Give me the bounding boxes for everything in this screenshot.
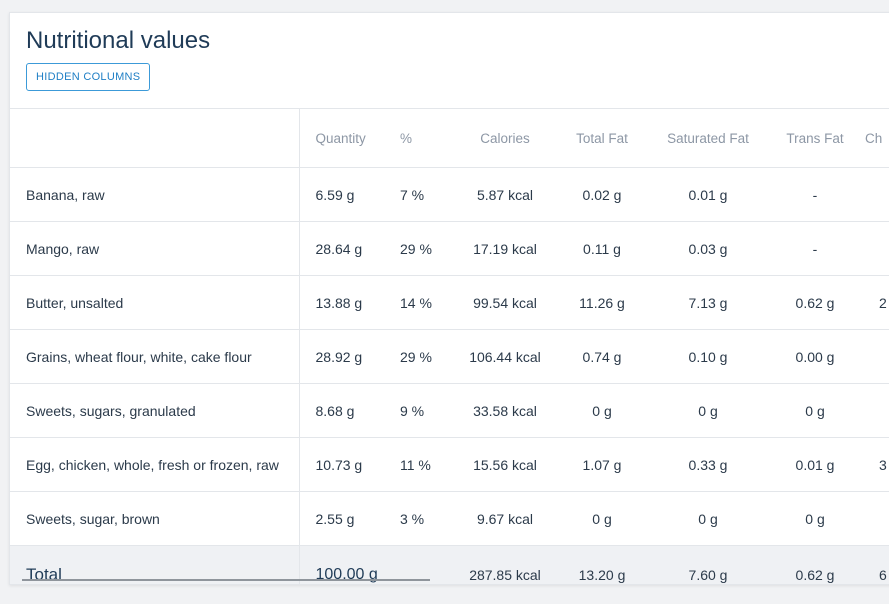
table-row[interactable]: Grains, wheat flour, white, cake flour 28… (10, 329, 889, 384)
cell-trans-fat: - (769, 167, 861, 222)
cell-saturated-fat: 0.33 g (647, 437, 769, 492)
cell-percent: 7 % (391, 167, 453, 222)
cell-total-fat: 1.07 g (557, 437, 647, 492)
cell-trans-fat: 0.01 g (769, 437, 861, 492)
cell-calories: 15.56 kcal (453, 437, 557, 492)
hidden-columns-button[interactable]: HIDDEN COLUMNS (26, 63, 151, 91)
cell-trans-fat: 0.00 g (769, 329, 861, 384)
header-name (10, 108, 300, 168)
table-row[interactable]: Sweets, sugars, granulated 8.68 g9 % 33.58… (10, 383, 889, 438)
cell-name: Sweets, sugar, brown (10, 491, 300, 546)
total-total-fat: 13.20 g (557, 545, 647, 584)
cell-name: Banana, raw (10, 167, 300, 222)
cell-quantity: 28.64 g (299, 221, 391, 276)
cell-calories: 5.87 kcal (453, 167, 557, 222)
cell-next-column (861, 167, 889, 222)
total-underline (22, 579, 430, 581)
cell-name: Egg, chicken, whole, fresh or frozen, ra… (10, 437, 300, 492)
cell-calories: 99.54 kcal (453, 275, 557, 330)
cell-saturated-fat: 0 g (647, 383, 769, 438)
cell-next-column (861, 221, 889, 276)
header-trans-fat[interactable]: Trans Fat (769, 108, 861, 168)
cell-quantity: 6.59 g (299, 167, 391, 222)
total-saturated-fat: 7.60 g (647, 545, 769, 584)
nutrition-card: Nutritional values HIDDEN COLUMNS Quanti… (9, 12, 889, 585)
header-total-fat[interactable]: Total Fat (557, 108, 647, 168)
cell-total-fat: 0 g (557, 491, 647, 546)
cell-trans-fat: 0 g (769, 383, 861, 438)
cell-name: Mango, raw (10, 221, 300, 276)
table-row[interactable]: Banana, raw 6.59 g7 % 5.87 kcal 0.02 g 0.01 … (10, 167, 889, 222)
cell-calories: 33.58 kcal (453, 383, 557, 438)
table-row[interactable]: Butter, unsalted 13.88 g 14 % 99.54 kcal 11.… (10, 275, 889, 330)
total-trans-fat: 0.62 g (769, 545, 861, 584)
table-row[interactable]: Egg, chicken, whole, fresh or frozen, ra… (10, 437, 889, 492)
cell-total-fat: 0.11 g (557, 221, 647, 276)
cell-total-fat: 0 g (557, 383, 647, 438)
cell-percent: 29 % (391, 221, 453, 276)
header-calories[interactable]: Calories (453, 108, 557, 168)
cell-percent: 29 % (391, 329, 453, 384)
cell-quantity: 13.88 g (299, 275, 391, 330)
cell-saturated-fat: 0 g (647, 491, 769, 546)
cell-next-column (861, 383, 889, 438)
cell-next-column: 2 (861, 275, 889, 330)
header-quantity[interactable]: Quantity (299, 108, 391, 168)
cell-percent: 9 % (391, 383, 453, 438)
cell-quantity: 2.55 g (299, 491, 391, 546)
cell-next-column: 3 (861, 437, 889, 492)
cell-next-column (861, 329, 889, 384)
cell-calories: 17.19 kcal (453, 221, 557, 276)
cell-quantity: 8.68 g (299, 383, 391, 438)
header-percent[interactable]: % (391, 108, 453, 168)
cell-percent: 14 % (391, 275, 453, 330)
cell-trans-fat: - (769, 221, 861, 276)
nutrition-table: Quantity % Calories Total Fat Saturated … (10, 108, 889, 584)
page-title: Nutritional values (26, 27, 211, 54)
total-next-column: 6 (861, 545, 889, 584)
cell-calories: 9.67 kcal (453, 491, 557, 546)
cell-total-fat: 11.26 g (557, 275, 647, 330)
cell-total-fat: 0.74 g (557, 329, 647, 384)
table-row[interactable]: Sweets, sugar, brown 2.55 g3 % 9.67 kcal 0 … (10, 491, 889, 546)
table-row[interactable]: Mango, raw 28.64 g 29 % 17.19 kcal 0.11 g 0.0… (10, 221, 889, 276)
cell-quantity: 10.73 g (299, 437, 391, 492)
cell-trans-fat: 0.62 g (769, 275, 861, 330)
cell-quantity: 28.92 g (299, 329, 391, 384)
cell-total-fat: 0.02 g (557, 167, 647, 222)
cell-percent: 3 % (391, 491, 453, 546)
cell-trans-fat: 0 g (769, 491, 861, 546)
cell-name: Butter, unsalted (10, 275, 300, 330)
cell-saturated-fat: 7.13 g (647, 275, 769, 330)
cell-next-column (861, 491, 889, 546)
total-calories: 287.85 kcal (453, 545, 557, 584)
cell-percent: 11 % (391, 437, 453, 492)
header-saturated-fat[interactable]: Saturated Fat (647, 108, 769, 168)
cell-saturated-fat: 0.01 g (647, 167, 769, 222)
table-header-row: Quantity % Calories Total Fat Saturated … (10, 108, 889, 168)
cell-calories: 106.44 kcal (453, 329, 557, 384)
cell-name: Sweets, sugars, granulated (10, 383, 300, 438)
cell-saturated-fat: 0.03 g (647, 221, 769, 276)
cell-name: Grains, wheat flour, white, cake flour (10, 329, 300, 384)
header-next-column[interactable]: Ch (861, 108, 889, 168)
cell-saturated-fat: 0.10 g (647, 329, 769, 384)
